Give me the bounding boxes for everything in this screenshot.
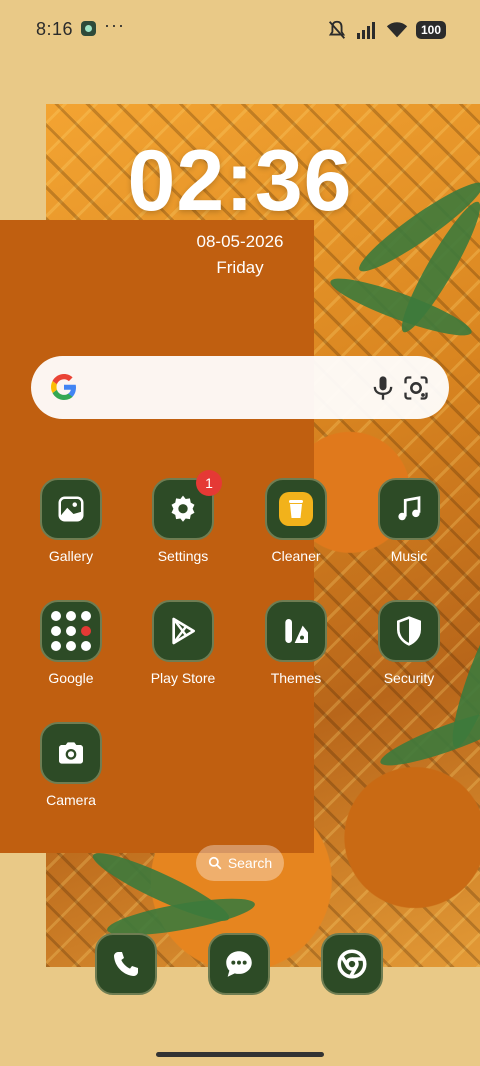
lens-icon[interactable] [402,374,430,402]
app-security[interactable]: Security [359,600,459,710]
mute-icon [328,20,346,39]
wifi-icon [386,22,408,38]
app-label: Themes [270,670,322,686]
app-settings[interactable]: 1 Settings [133,470,233,588]
camera-icon[interactable] [40,722,102,784]
app-search-button[interactable]: Search [196,845,284,881]
google-search-bar[interactable] [31,356,449,419]
app-gallery[interactable]: Gallery [21,478,121,588]
app-themes[interactable]: Themes [246,600,346,710]
search-icon [208,856,222,870]
status-time: 8:16 [36,19,74,39]
app-camera[interactable]: Camera [21,722,121,832]
play-store-icon[interactable] [152,600,214,662]
shield-icon[interactable] [378,600,440,662]
gear-icon[interactable]: 1 [152,470,222,540]
app-cleaner[interactable]: Cleaner [246,478,346,588]
signal-icon [357,22,375,39]
app-label: Google [48,670,94,686]
themes-icon[interactable] [265,600,327,662]
gesture-navigation-handle[interactable] [156,1052,324,1057]
more-notifications-icon: ··· [104,15,125,35]
search-label: Search [227,855,273,871]
chrome-icon[interactable] [321,933,383,995]
app-label: Settings [157,548,209,564]
day-text: Friday [216,258,264,277]
app-label: Gallery [48,548,94,564]
app-label: Security [383,670,435,686]
app-play-store[interactable]: Play Store [133,600,233,710]
mic-icon[interactable] [369,374,397,402]
status-bar: 8:16 ··· 100 [0,0,480,60]
app-music[interactable]: Music [359,478,459,588]
trash-icon[interactable] [265,478,327,540]
gallery-icon[interactable] [40,478,102,540]
app-label: Camera [46,792,96,808]
date-text: 08-05-2026 [196,232,284,251]
status-indicators: 100 [326,19,446,41]
music-note-icon[interactable] [378,478,440,540]
app-google-folder[interactable]: Google [21,600,121,710]
google-logo [51,374,76,400]
messages-icon[interactable] [208,933,270,995]
app-label: Cleaner [271,548,321,564]
app-label: Play Store [150,670,216,686]
notification-badge: 1 [196,470,222,496]
app-label: Music [390,548,428,564]
google-folder-icon[interactable] [40,600,102,662]
battery-icon: 100 [416,21,446,39]
app-notification-icon [81,21,96,36]
phone-icon[interactable] [95,933,157,995]
clock: 02:36 [127,133,353,229]
